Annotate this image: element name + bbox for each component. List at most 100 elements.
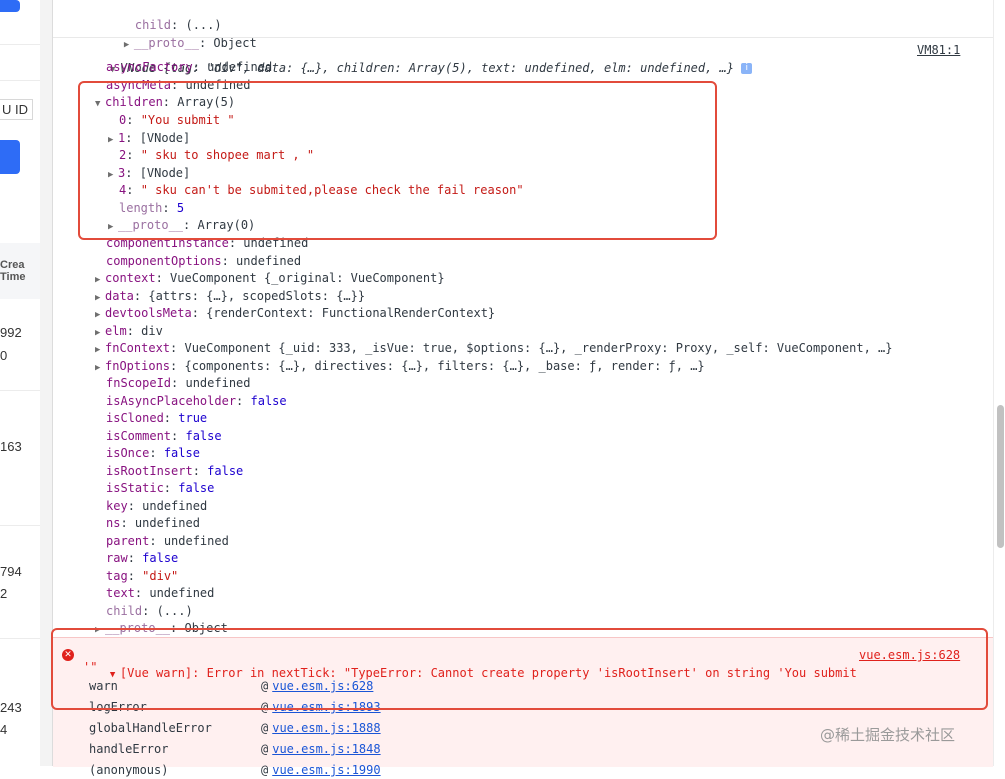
property-value: {attrs: {…}, scopedSlots: {…}}: [148, 288, 366, 303]
console-property-row[interactable]: raw: false: [106, 549, 178, 567]
column-header-create: Crea: [0, 259, 25, 271]
property-key: isAsyncPlaceholder: [106, 393, 237, 408]
cell-value: 163: [0, 439, 22, 454]
stack-function: globalHandleError: [89, 721, 212, 735]
property-key: raw: [106, 551, 128, 565]
property-key: data: [105, 288, 134, 303]
property-value: undefined: [134, 516, 200, 530]
console-property-row[interactable]: fnScopeId: undefined: [106, 374, 251, 392]
console-property-row[interactable]: ▶ fnOptions: {components: {…}, directives…: [95, 357, 705, 375]
source-link[interactable]: VM81:1: [917, 41, 960, 59]
console-property-row[interactable]: isAsyncPlaceholder: false: [106, 392, 287, 410]
expand-triangle-icon[interactable]: ▶: [95, 359, 105, 377]
console-property-row[interactable]: ▶ __proto__: Object: [95, 16, 257, 50]
cell-value: 794: [0, 564, 22, 579]
property-key: isRootInsert: [106, 463, 193, 478]
property-value: undefined: [149, 586, 215, 600]
property-value: undefined: [185, 376, 251, 390]
property-key: parent: [106, 533, 150, 548]
stack-source-link[interactable]: vue.esm.js:1990: [272, 763, 380, 777]
property-key: fnScopeId: [106, 376, 172, 390]
column-header-time: Time: [0, 271, 26, 283]
property-key: ns: [106, 516, 121, 530]
console-property-row[interactable]: key: undefined: [106, 497, 207, 515]
divider: [0, 80, 40, 81]
property-value: div: [141, 323, 163, 338]
console-property-row[interactable]: componentOptions: undefined: [106, 252, 301, 270]
console-property-row[interactable]: text: undefined: [106, 584, 214, 602]
property-key: fnOptions: [105, 358, 171, 373]
search-button-partial[interactable]: [0, 140, 20, 174]
stack-frame-row: handleError @ vue.esm.js:1848: [89, 740, 381, 758]
property-key: isComment: [106, 428, 172, 443]
scrollbar-thumb[interactable]: [997, 405, 1004, 548]
stack-source-link[interactable]: vue.esm.js:1888: [272, 721, 380, 735]
stack-function: (anonymous): [89, 763, 169, 777]
property-key: devtoolsMeta: [105, 306, 192, 320]
property-value: VueComponent {_uid: 333, _isVue: true, $…: [184, 341, 893, 355]
console-property-row[interactable]: ▶ fnContext: VueComponent {_uid: 333, _is…: [95, 339, 893, 357]
property-key: key: [106, 498, 128, 513]
property-key: fnContext: [105, 341, 171, 355]
property-key: context: [105, 271, 156, 285]
cell-value: 4: [0, 722, 8, 737]
console-property-row[interactable]: ▶ data: {attrs: {…}, scopedSlots: {…}}: [95, 287, 365, 305]
vnode-summary-row[interactable]: ▼ VNode {tag: "div", data: {…}, children:…: [81, 41, 753, 75]
property-value: false: [178, 481, 215, 495]
stack-at: @: [261, 742, 269, 756]
property-value: false: [163, 446, 200, 460]
property-value: {components: {…}, directives: {…}, filte…: [184, 358, 705, 373]
console-property-row[interactable]: asyncFactory: undefined: [106, 58, 272, 76]
row-divider: [0, 525, 40, 526]
console-property-row[interactable]: ▶ devtoolsMeta: {renderContext: Functiona…: [95, 304, 495, 322]
watermark: @稀土掘金技术社区: [820, 726, 956, 744]
property-value: false: [250, 393, 287, 408]
highlight-box-children: [78, 81, 717, 240]
console-property-row[interactable]: isCloned: true: [106, 409, 207, 427]
property-value: "div": [142, 568, 179, 583]
property-value: true: [178, 411, 208, 425]
property-value: {renderContext: FunctionalRenderContext}: [206, 306, 496, 320]
property-key: elm: [105, 323, 127, 338]
info-icon[interactable]: i: [741, 63, 753, 74]
property-value: undefined: [142, 498, 208, 513]
property-key: asyncFactory: [106, 60, 193, 74]
row-divider: [0, 390, 40, 391]
console-divider: [53, 37, 993, 38]
console-property-row[interactable]: isStatic: false: [106, 479, 214, 497]
cell-value: 2: [0, 586, 8, 601]
primary-button-partial[interactable]: [0, 0, 20, 12]
console-property-row[interactable]: isComment: false: [106, 427, 222, 445]
stack-at: @: [261, 721, 269, 735]
left-app-panel: U ID Crea Time 992 0 163 794 2 243 4: [0, 0, 41, 766]
row-divider: [0, 638, 40, 639]
console-property-row[interactable]: ▶ context: VueComponent {_original: VueCo…: [95, 269, 445, 287]
property-key: text: [106, 586, 135, 600]
property-value: VueComponent {_original: VueComponent}: [170, 271, 445, 285]
property-value: undefined: [236, 253, 302, 268]
console-property-row[interactable]: ns: undefined: [106, 514, 200, 532]
stack-frame-row: globalHandleError @ vue.esm.js:1888: [89, 719, 381, 737]
console-property-row[interactable]: child: (...): [106, 602, 193, 620]
console-property-row[interactable]: isOnce: false: [106, 444, 200, 462]
column-selector-partial[interactable]: U ID: [0, 99, 33, 120]
stack-source-link[interactable]: vue.esm.js:1848: [272, 742, 380, 756]
cell-value: 992: [0, 325, 22, 340]
console-property-row[interactable]: tag: "div": [106, 567, 178, 585]
console-property-row[interactable]: isRootInsert: false: [106, 462, 243, 480]
property-value: false: [207, 463, 244, 478]
highlight-box-error: [51, 628, 988, 710]
console-property-row[interactable]: child: (...): [106, 0, 222, 32]
property-key: isCloned: [106, 411, 164, 425]
property-key: isOnce: [106, 446, 150, 460]
console-property-row[interactable]: ▶ elm: div: [95, 322, 163, 340]
property-value: undefined: [207, 60, 273, 74]
stack-function: handleError: [89, 742, 169, 756]
property-value: (...): [156, 603, 193, 618]
property-value: false: [185, 428, 222, 443]
console-property-row[interactable]: parent: undefined: [106, 532, 229, 550]
console-scrollbar[interactable]: [993, 0, 1005, 766]
stack-at: @: [261, 763, 269, 777]
property-value: undefined: [163, 533, 229, 548]
property-value: false: [142, 551, 179, 565]
